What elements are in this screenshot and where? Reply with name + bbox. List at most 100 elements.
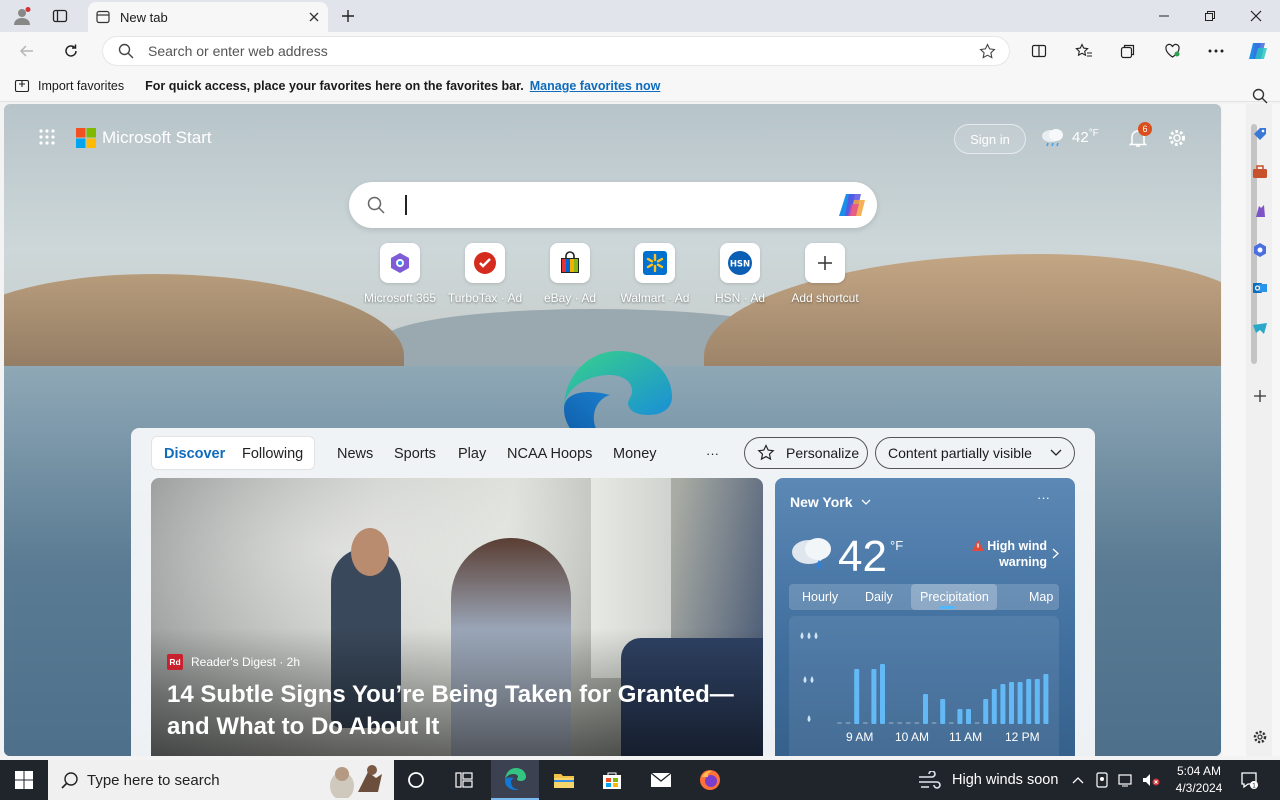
taskbar-search-placeholder: Type here to search	[87, 771, 220, 789]
taskbar-weather[interactable]: High winds soon	[918, 760, 1058, 800]
show-hidden-icons-icon[interactable]	[1066, 760, 1090, 800]
tab-money[interactable]: Money	[613, 446, 657, 462]
weather-tab-map[interactable]: Map	[1029, 590, 1053, 604]
precipitation-bar	[1017, 682, 1023, 724]
favorites-hint: For quick access, place your favorites h…	[145, 78, 524, 93]
content-visibility-dropdown[interactable]: Content partially visible	[875, 437, 1075, 469]
taskbar-clock[interactable]: 5:04 AM 4/3/2024	[1166, 763, 1232, 797]
sign-in-button[interactable]: Sign in	[954, 124, 1026, 154]
weather-alert[interactable]: High wind warning	[967, 538, 1047, 570]
collections-icon[interactable]	[1115, 39, 1141, 63]
shopping-icon[interactable]	[1248, 122, 1272, 146]
hero-article-card[interactable]: Rd Reader's Digest · 2h 14 Subtle Signs …	[151, 478, 763, 756]
shortcut-walmart[interactable]: Walmart · Ad	[612, 243, 698, 305]
precipitation-bar	[905, 722, 911, 724]
microsoft365-sidebar-icon[interactable]	[1248, 238, 1272, 262]
tab-title: New tab	[120, 9, 168, 25]
web-search-box[interactable]	[349, 182, 877, 228]
taskbar-edge-icon[interactable]	[491, 760, 539, 800]
outlook-icon[interactable]	[1248, 276, 1272, 300]
more-tabs-button[interactable]: ···	[706, 446, 719, 461]
weather-card[interactable]: New York ··· 42 °F High wind warning Hou…	[775, 478, 1075, 756]
copilot-icon[interactable]	[1245, 38, 1271, 64]
taskbar-search-box[interactable]: Type here to search	[48, 760, 394, 800]
weather-location[interactable]: New York	[790, 494, 871, 510]
shortcut-microsoft365[interactable]: Microsoft 365	[357, 243, 443, 305]
tab-sports[interactable]: Sports	[394, 446, 436, 462]
app-launcher-icon[interactable]	[36, 126, 58, 148]
article-headline[interactable]: 14 Subtle Signs You’re Being Taken for G…	[167, 679, 757, 743]
shortcut-hsn[interactable]: HSN HSN · Ad	[697, 243, 783, 305]
chevron-down-icon	[1050, 449, 1062, 457]
brand[interactable]: Microsoft Start	[76, 128, 212, 148]
games-icon[interactable]	[1248, 199, 1272, 223]
shortcut-turbotax[interactable]: TurboTax · Ad	[442, 243, 528, 305]
new-tab-icon[interactable]	[336, 4, 360, 28]
precipitation-bar	[1009, 682, 1014, 724]
precipitation-bar	[880, 664, 885, 724]
minimize-icon[interactable]	[1150, 4, 1178, 28]
copilot-search-icon[interactable]	[837, 192, 867, 218]
add-sidebar-app-icon[interactable]	[1248, 384, 1272, 408]
weather-more-button[interactable]: ···	[1037, 490, 1050, 505]
send-icon[interactable]	[1248, 317, 1272, 341]
tab-following[interactable]: Following	[242, 446, 303, 462]
chevron-right-icon[interactable]	[1052, 548, 1059, 559]
profile-icon[interactable]	[10, 4, 34, 28]
search-icon	[118, 43, 134, 59]
tools-icon[interactable]	[1248, 160, 1272, 184]
active-tab[interactable]: New tab	[88, 2, 328, 32]
manage-favorites-link[interactable]: Manage favorites now	[530, 79, 661, 93]
tab-discover[interactable]: Discover	[164, 446, 225, 462]
weather-tab-daily[interactable]: Daily	[865, 590, 893, 604]
time-label-9am: 9 AM	[846, 730, 874, 744]
microsoft365-icon	[380, 243, 420, 283]
volume-muted-icon[interactable]	[1139, 760, 1163, 800]
page-settings-icon[interactable]	[1164, 125, 1190, 151]
file-explorer-icon[interactable]	[540, 760, 588, 800]
header-weather[interactable]: 42 °F	[1040, 126, 1099, 148]
shortcut-ebay[interactable]: eBay · Ad	[527, 243, 613, 305]
search-icon	[61, 771, 79, 789]
new-tab-page-icon	[96, 10, 110, 24]
firefox-icon[interactable]	[686, 760, 734, 800]
notification-center-icon[interactable]: 1	[1234, 760, 1264, 800]
refresh-icon[interactable]	[58, 39, 84, 63]
address-bar[interactable]: Search or enter web address	[102, 36, 1010, 66]
cortana-icon[interactable]	[392, 760, 440, 800]
sidebar-settings-icon[interactable]	[1248, 725, 1272, 749]
favorite-star-icon[interactable]	[979, 43, 996, 60]
import-icon	[14, 78, 30, 94]
favorites-icon[interactable]	[1071, 39, 1097, 63]
sparkle-star-icon	[757, 444, 775, 461]
article-source: Rd Reader's Digest · 2h	[167, 654, 300, 670]
tab-actions-icon[interactable]	[48, 4, 72, 28]
weather-temp: 42	[838, 532, 887, 581]
close-window-icon[interactable]	[1242, 4, 1270, 28]
mail-icon[interactable]	[637, 760, 685, 800]
settings-more-icon[interactable]	[1203, 39, 1229, 63]
split-screen-icon[interactable]	[1026, 39, 1052, 63]
weather-tab-precipitation[interactable]: Precipitation	[920, 590, 989, 604]
microsoft-store-icon[interactable]	[588, 760, 636, 800]
shortcut-label: Walmart · Ad	[620, 291, 690, 305]
import-favorites-button[interactable]: Import favorites	[38, 79, 124, 93]
tab-news[interactable]: News	[337, 446, 373, 462]
sidebar-search-icon[interactable]	[1248, 84, 1272, 108]
precipitation-bar	[888, 722, 894, 724]
tab-play[interactable]: Play	[458, 446, 486, 462]
personalize-button[interactable]: Personalize	[744, 437, 868, 469]
precipitation-bar	[914, 722, 920, 724]
tab-ncaa-hoops[interactable]: NCAA Hoops	[507, 446, 592, 462]
weather-tab-hourly[interactable]: Hourly	[802, 590, 838, 604]
notifications-icon[interactable]: 6	[1124, 122, 1152, 151]
restore-icon[interactable]	[1196, 4, 1224, 28]
browser-essentials-icon[interactable]	[1159, 39, 1185, 63]
close-tab-icon[interactable]	[308, 11, 320, 23]
windows-start-icon[interactable]	[0, 760, 48, 800]
add-shortcut-button[interactable]: Add shortcut	[782, 243, 868, 305]
back-icon[interactable]	[14, 39, 40, 63]
task-view-icon[interactable]	[440, 760, 488, 800]
network-icon[interactable]	[1114, 760, 1138, 800]
meet-now-icon[interactable]	[1091, 760, 1113, 800]
